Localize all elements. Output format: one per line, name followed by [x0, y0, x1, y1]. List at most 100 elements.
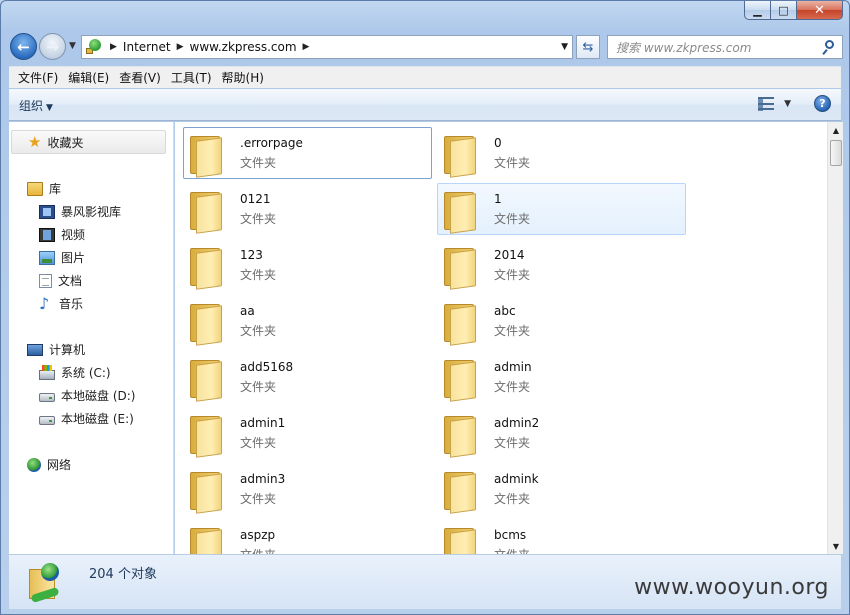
vertical-scrollbar[interactable]: ▲ ▼	[827, 122, 843, 554]
sidebar-item-drive-e[interactable]: 本地磁盘 (E:)	[39, 410, 134, 427]
search-box[interactable]: 搜索 www.zkpress.com	[607, 35, 843, 59]
sidebar-item-computer[interactable]: 计算机	[27, 341, 85, 358]
sidebar-item-videos[interactable]: 视频	[39, 226, 85, 243]
folder-tile[interactable]: admin1 文件夹	[183, 407, 432, 459]
close-button[interactable]: ✕	[797, 1, 843, 20]
folder-tile[interactable]: admin3 文件夹	[183, 463, 432, 515]
sidebar-item-favorites[interactable]: ★ 收藏夹	[11, 130, 166, 154]
folder-tile[interactable]: 1 文件夹	[437, 183, 686, 235]
refresh-button[interactable]: ⇆	[576, 35, 600, 59]
library-icon	[27, 181, 43, 196]
sidebar-item-label: 本地磁盘 (E:)	[61, 412, 134, 426]
menu-tools[interactable]: 工具(T)	[166, 69, 217, 86]
sidebar-item-drive-d[interactable]: 本地磁盘 (D:)	[39, 387, 135, 404]
folder-tile[interactable]: admin2 文件夹	[437, 407, 686, 459]
scrollbar-thumb[interactable]	[830, 140, 842, 166]
forward-button[interactable]: →	[39, 33, 66, 60]
view-details-icon	[758, 97, 775, 111]
folder-name: abc	[494, 304, 516, 318]
details-pane: 204 个对象 www.wooyun.org	[9, 554, 841, 609]
folder-tile[interactable]: 0121 文件夹	[183, 183, 432, 235]
folder-tile[interactable]: aa 文件夹	[183, 295, 432, 347]
sidebar-item-label: 视频	[61, 228, 86, 242]
sidebar-item-label: 音乐	[59, 297, 84, 311]
menu-file[interactable]: 文件(F)	[13, 69, 63, 86]
sidebar-item-label: 收藏夹	[47, 135, 84, 150]
folder-type: 文件夹	[494, 156, 531, 170]
search-input[interactable]: 搜索 www.zkpress.com	[616, 39, 751, 56]
breadcrumb-internet[interactable]: Internet	[123, 40, 171, 54]
folder-icon	[444, 526, 478, 554]
folder-name: 0121	[240, 192, 271, 206]
computer-icon	[27, 343, 43, 356]
folder-tile[interactable]: bcms 文件夹	[437, 519, 686, 554]
folder-type: 文件夹	[240, 380, 277, 394]
breadcrumb-separator-icon[interactable]: ▶	[303, 42, 310, 52]
folder-type: 文件夹	[494, 380, 531, 394]
folder-tile[interactable]: abc 文件夹	[437, 295, 686, 347]
sidebar-item-pictures[interactable]: 图片	[39, 249, 85, 266]
sidebar-item-documents[interactable]: 文档	[39, 272, 82, 289]
sidebar-item-label: 本地磁盘 (D:)	[61, 389, 136, 403]
folder-icon	[190, 302, 224, 346]
menu-help[interactable]: 帮助(H)	[217, 69, 269, 86]
star-icon: ★	[28, 132, 42, 151]
maximize-button[interactable]: □	[771, 1, 797, 20]
address-history-dropdown[interactable]: ▼	[561, 42, 568, 52]
sidebar-item-libraries[interactable]: 库	[27, 180, 61, 197]
sidebar-item-music[interactable]: 音乐	[39, 294, 84, 313]
folder-type: 文件夹	[240, 324, 277, 338]
folder-tile[interactable]: admink 文件夹	[437, 463, 686, 515]
folder-name: .errorpage	[240, 136, 303, 150]
folder-icon	[190, 414, 224, 458]
folder-icon	[190, 190, 224, 234]
hard-drive-icon	[39, 392, 55, 402]
folder-tile[interactable]: 2014 文件夹	[437, 239, 686, 291]
folder-type: 文件夹	[494, 268, 531, 282]
folder-type: 文件夹	[494, 546, 530, 554]
sidebar-item-label: 网络	[47, 458, 72, 472]
folder-icon	[190, 526, 224, 554]
menu-edit[interactable]: 编辑(E)	[63, 69, 114, 86]
breadcrumb-separator-icon[interactable]: ▶	[177, 42, 184, 52]
folder-tile[interactable]: admin 文件夹	[437, 351, 686, 403]
scroll-down-icon[interactable]: ▼	[828, 538, 844, 554]
change-view-button[interactable]: ▼	[758, 97, 791, 111]
recent-pages-dropdown[interactable]: ▼	[69, 41, 76, 51]
sidebar-item-drive-c[interactable]: 系统 (C:)	[39, 364, 111, 381]
scroll-up-icon[interactable]: ▲	[828, 122, 844, 138]
folder-tile[interactable]: 123 文件夹	[183, 239, 432, 291]
folder-tile[interactable]: aspzp 文件夹	[183, 519, 432, 554]
organize-button[interactable]: 组织 ▼	[19, 97, 53, 114]
picture-icon	[39, 250, 55, 265]
item-count: 204 个对象	[89, 567, 157, 582]
sidebar-item-label: 暴风影视库	[61, 205, 122, 219]
command-bar: 组织 ▼ ▼ ?	[9, 89, 841, 121]
caption-buttons: ▁ □ ✕	[744, 1, 843, 20]
breadcrumb-site[interactable]: www.zkpress.com	[190, 40, 297, 54]
folder-type: 文件夹	[240, 492, 277, 506]
menu-bar: 文件(F) 编辑(E) 查看(V) 工具(T) 帮助(H)	[9, 66, 841, 88]
search-icon[interactable]	[822, 39, 836, 55]
folder-tile[interactable]: 0 文件夹	[437, 127, 686, 179]
address-bar[interactable]: ▶ Internet ▶ www.zkpress.com ▶ ▼	[81, 35, 573, 59]
chevron-down-icon: ▼	[46, 103, 53, 113]
breadcrumb-separator-icon[interactable]: ▶	[110, 42, 117, 52]
folder-type: 文件夹	[494, 436, 531, 450]
help-button[interactable]: ?	[814, 95, 831, 112]
folder-name: admin2	[494, 416, 540, 430]
folder-tile[interactable]: add5168 文件夹	[183, 351, 432, 403]
navigation-bar: ← → ▼ ▶ Internet ▶ www.zkpress.com ▶ ▼ ⇆…	[9, 33, 843, 61]
view-options-dropdown[interactable]: ▼	[784, 99, 791, 109]
sidebar-item-baofeng-library[interactable]: 暴风影视库	[39, 203, 121, 220]
back-button[interactable]: ←	[10, 33, 37, 60]
folder-tile[interactable]: .errorpage 文件夹	[183, 127, 432, 179]
minimize-button[interactable]: ▁	[744, 1, 771, 20]
menu-view[interactable]: 查看(V)	[114, 69, 166, 86]
sidebar-item-label: 文档	[58, 274, 83, 288]
music-note-icon	[39, 294, 53, 313]
sidebar-item-label: 系统 (C:)	[61, 366, 111, 380]
sidebar-item-network[interactable]: 网络	[27, 456, 71, 473]
network-icon	[27, 457, 41, 472]
folder-name: aspzp	[240, 528, 276, 542]
